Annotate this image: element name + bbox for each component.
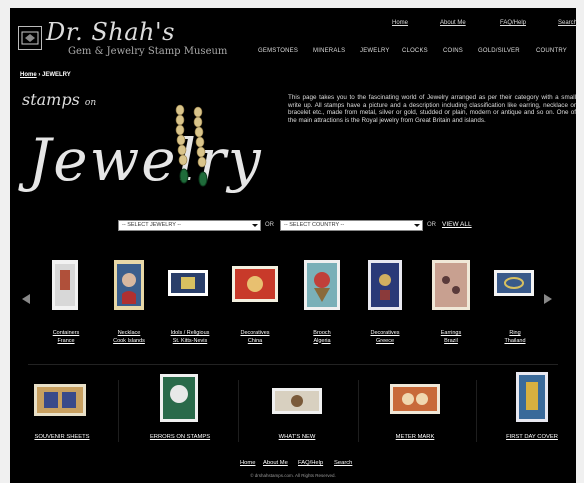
- page-frame: Dr. Shah's Gem & Jewelry Stamp Museum Ho…: [10, 8, 577, 483]
- site-title[interactable]: Dr. Shah's: [46, 18, 175, 46]
- footer-search[interactable]: Search: [334, 460, 352, 466]
- vertical-divider: [476, 380, 477, 442]
- stamp-decoratives-china[interactable]: [232, 266, 278, 307]
- souvenir-sheets-link[interactable]: SOUVENIR SHEETS: [26, 434, 98, 440]
- vertical-divider: [238, 380, 239, 442]
- caption-containers[interactable]: Containers France: [40, 330, 92, 345]
- view-all-link[interactable]: VIEW ALL: [442, 221, 472, 228]
- or-label-2: OR: [427, 222, 436, 228]
- caption-brooch[interactable]: Brooch Algeria: [295, 330, 349, 345]
- footer-about[interactable]: About Me: [263, 460, 288, 466]
- whats-new-link[interactable]: WHAT'S NEW: [264, 434, 330, 440]
- first-day-cover-image[interactable]: [516, 372, 548, 427]
- vertical-divider: [358, 380, 359, 442]
- breadcrumb-home[interactable]: Home: [20, 72, 37, 78]
- caption-idols[interactable]: Idols / Religious St. Kitts-Nevis: [162, 330, 218, 345]
- whats-new-image[interactable]: [272, 388, 322, 419]
- stamp-idols-st-kitts[interactable]: [168, 270, 208, 301]
- footer-faq[interactable]: FAQ/Help: [298, 460, 323, 466]
- hero-line1-suffix: on: [84, 98, 97, 108]
- top-link-faq[interactable]: FAQ/Help: [500, 20, 526, 26]
- carousel-prev-arrow-icon[interactable]: [22, 294, 30, 304]
- section-divider: [28, 364, 558, 365]
- chevron-down-icon: [252, 224, 258, 227]
- select-country[interactable]: -- SELECT COUNTRY --: [280, 220, 423, 231]
- top-link-search[interactable]: Search: [558, 20, 577, 26]
- hero-title-jewelry: Jewelry: [28, 126, 263, 194]
- caption-earrings[interactable]: Earrings Brazil: [424, 330, 478, 345]
- top-link-home[interactable]: Home: [392, 20, 408, 26]
- nav-jewelry[interactable]: JEWELRY: [360, 48, 390, 54]
- stamp-brooch-algeria[interactable]: [304, 260, 340, 315]
- nav-clocks[interactable]: CLOCKS: [402, 48, 428, 54]
- errors-stamp-image[interactable]: [160, 374, 198, 427]
- hero-line1: stamps: [22, 90, 80, 109]
- logo-icon[interactable]: [18, 26, 42, 50]
- stamp-decoratives-greece[interactable]: [368, 260, 402, 315]
- caption-necklace[interactable]: Necklace Cook Islands: [102, 330, 156, 345]
- nav-minerals[interactable]: MINERALS: [313, 48, 345, 54]
- vertical-divider: [118, 380, 119, 442]
- caption-decoratives-greece[interactable]: Decoratives Greece: [358, 330, 412, 345]
- meter-mark-link[interactable]: METER MARK: [382, 434, 448, 440]
- earring-image: [168, 102, 216, 203]
- hero-stamps-on: stamps on: [22, 90, 96, 109]
- caption-decoratives-china[interactable]: Decoratives China: [228, 330, 282, 345]
- souvenir-sheet-image[interactable]: [34, 384, 86, 421]
- select-jewelry-value: -- SELECT JEWELRY --: [122, 222, 181, 228]
- chevron-down-icon: [414, 224, 420, 227]
- breadcrumb-current: JEWELRY: [42, 72, 71, 78]
- site-subtitle: Gem & Jewelry Stamp Museum: [68, 46, 228, 57]
- top-link-about[interactable]: About Me: [440, 20, 466, 26]
- footer-home[interactable]: Home: [240, 460, 255, 466]
- intro-text: This page takes you to the fascinating w…: [288, 94, 576, 124]
- nav-gold-silver[interactable]: GOLD/SILVER: [478, 48, 520, 54]
- select-country-value: -- SELECT COUNTRY --: [284, 222, 345, 228]
- select-jewelry[interactable]: -- SELECT JEWELRY --: [118, 220, 261, 231]
- copyright-text: © drshahstamps.com. All Rights Reserved.: [250, 473, 336, 478]
- meter-mark-image[interactable]: [390, 384, 440, 419]
- stamp-containers-france[interactable]: [52, 260, 78, 315]
- nav-coins[interactable]: COINS: [443, 48, 463, 54]
- stamp-earrings-brazil[interactable]: [432, 260, 470, 315]
- breadcrumb-separator: ›: [38, 72, 41, 78]
- or-label-1: OR: [265, 222, 274, 228]
- nav-gemstones[interactable]: GEMSTONES: [258, 48, 298, 54]
- caption-ring[interactable]: Ring Thailand: [488, 330, 542, 345]
- breadcrumb: Home › JEWELRY: [20, 72, 71, 78]
- first-day-cover-link[interactable]: FIRST DAY COVER: [498, 434, 566, 440]
- errors-on-stamps-link[interactable]: ERRORS ON STAMPS: [142, 434, 218, 440]
- stamp-ring-thailand[interactable]: [494, 270, 534, 301]
- nav-country[interactable]: COUNTRY: [536, 48, 567, 54]
- carousel-next-arrow-icon[interactable]: [544, 294, 552, 304]
- stamp-necklace-cook-islands[interactable]: [114, 260, 144, 315]
